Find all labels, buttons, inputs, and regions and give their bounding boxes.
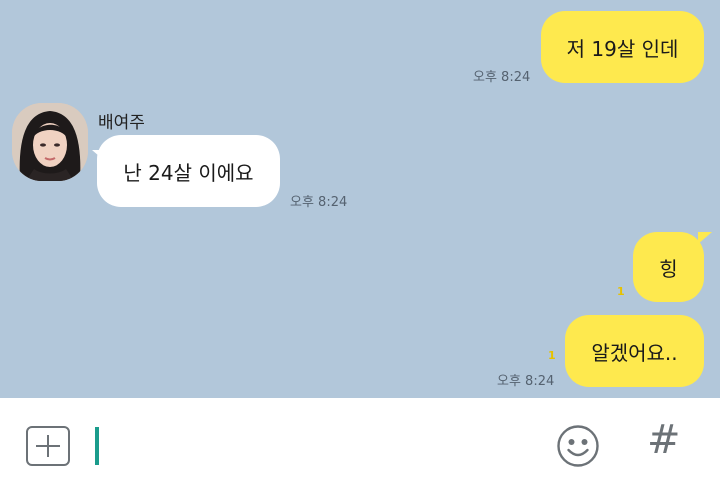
my-message-bubble[interactable]: 저 19살 인데	[541, 11, 704, 83]
message-time: 오후 8:24	[473, 70, 531, 85]
profile-photo	[12, 103, 88, 181]
bubble-tail	[698, 232, 712, 244]
their-message-bubble[interactable]: 난 24살 이에요	[97, 135, 280, 207]
smiley-icon[interactable]	[556, 424, 600, 468]
avatar[interactable]	[12, 103, 88, 181]
sender-name[interactable]: 배여주	[98, 108, 145, 133]
message-text: 저 19살 인데	[566, 36, 679, 61]
message-text: 알겠어요..	[591, 340, 678, 365]
unread-count: 1	[548, 349, 556, 362]
message-input[interactable]	[104, 424, 528, 470]
text-caret	[95, 427, 99, 465]
unread-count: 1	[617, 285, 625, 298]
message-time: 오후 8:24	[290, 195, 348, 210]
message-text: 힝	[659, 256, 678, 281]
my-message-bubble[interactable]: 힝	[633, 232, 704, 302]
my-message-bubble[interactable]: 알겠어요..	[565, 315, 704, 387]
message-time: 오후 8:24	[497, 374, 555, 389]
hash-icon[interactable]: #	[647, 420, 681, 460]
message-text: 난 24살 이에요	[123, 160, 254, 185]
plus-square-icon[interactable]	[26, 426, 70, 466]
chat-area[interactable]: 저 19살 인데 오후 8:24 배여주 난 24살 이에요 오후 8:24 힝…	[0, 0, 720, 398]
